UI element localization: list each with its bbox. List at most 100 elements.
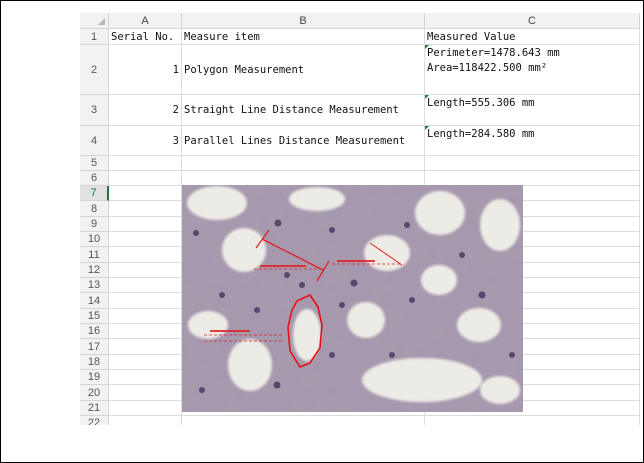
cell[interactable] (109, 355, 182, 370)
cell-b3[interactable]: Straight Line Distance Measurement (182, 95, 425, 126)
annotation-label-mark (210, 330, 250, 332)
cell[interactable] (109, 416, 182, 425)
column-header-a[interactable]: A (109, 13, 182, 29)
cell-a4[interactable]: 3 (109, 126, 182, 156)
row-header-13[interactable]: 13 (80, 278, 109, 293)
cell-a1[interactable]: Serial No. (109, 29, 182, 45)
cell-c2-line2: Area=118422.500 mm² (427, 62, 548, 74)
cell[interactable] (109, 370, 182, 385)
lumen (289, 187, 345, 211)
microscope-tissue-image[interactable] (182, 185, 523, 412)
lumen (228, 339, 272, 391)
lumen (364, 235, 410, 271)
nucleus (389, 352, 395, 358)
select-all-corner[interactable] (80, 13, 109, 29)
row-header-2[interactable]: 2 (80, 45, 109, 95)
cell-a3[interactable]: 2 (109, 95, 182, 126)
table-row (109, 416, 640, 425)
row-header-17[interactable]: 17 (80, 339, 109, 355)
cell-c2[interactable]: Perimeter=1478.643 mm Area=118422.500 mm… (425, 45, 640, 95)
cell-b2[interactable]: Polygon Measurement (182, 45, 425, 95)
cell[interactable] (109, 217, 182, 232)
cell[interactable] (109, 232, 182, 247)
cell-b1[interactable]: Measure item (182, 29, 425, 45)
cell[interactable] (109, 186, 182, 201)
row-header-15[interactable]: 15 (80, 309, 109, 324)
lumen (415, 191, 465, 235)
row-header-7[interactable]: 7 (80, 186, 109, 201)
cell[interactable] (109, 156, 182, 171)
cell[interactable] (109, 401, 182, 416)
row-header-19[interactable]: 19 (80, 370, 109, 385)
row-header-6[interactable]: 6 (80, 171, 109, 186)
cell[interactable] (109, 201, 182, 217)
lumen (480, 376, 520, 404)
row-header-8[interactable]: 8 (80, 201, 109, 217)
table-row: Serial No. Measure item Measured Value (109, 29, 640, 45)
cell[interactable] (109, 293, 182, 309)
lumen (362, 358, 482, 402)
nucleus (193, 230, 199, 236)
table-row: 2 Straight Line Distance Measurement Len… (109, 95, 640, 126)
nucleus (274, 219, 282, 227)
cell[interactable] (109, 278, 182, 293)
row-header-4[interactable]: 4 (80, 126, 109, 156)
lumen (187, 186, 247, 220)
cell[interactable] (109, 171, 182, 186)
row-header-5[interactable]: 5 (80, 156, 109, 171)
nucleus (409, 297, 415, 303)
row-header-11[interactable]: 11 (80, 247, 109, 263)
row-header-1[interactable]: 1 (80, 29, 109, 45)
spreadsheet: A B C 1 2 3 4 5 6 7 8 9 10 11 12 13 14 1… (80, 13, 640, 425)
row-header-14[interactable]: 14 (80, 293, 109, 309)
row-header-12[interactable]: 12 (80, 263, 109, 278)
cell-c1[interactable]: Measured Value (425, 29, 640, 45)
nucleus (339, 302, 345, 308)
row-header-9[interactable]: 9 (80, 217, 109, 232)
cell[interactable] (182, 416, 425, 425)
row-header-18[interactable]: 18 (80, 355, 109, 370)
row-header-22[interactable]: 22 (80, 416, 109, 425)
cell-a2[interactable]: 1 (109, 45, 182, 95)
nucleus (329, 352, 335, 358)
table-row (109, 156, 640, 171)
nucleus (509, 352, 515, 358)
table-row: 1 Polygon Measurement Perimeter=1478.643… (109, 45, 640, 95)
lumen (457, 308, 501, 342)
cell-c2-line1: Perimeter=1478.643 mm (427, 47, 560, 59)
column-header-b[interactable]: B (182, 13, 425, 29)
nucleus (478, 291, 486, 299)
lumen (480, 199, 520, 251)
row-header-21[interactable]: 21 (80, 401, 109, 416)
table-row (109, 171, 640, 186)
row-header-10[interactable]: 10 (80, 232, 109, 247)
nucleus (284, 272, 290, 278)
column-header-c[interactable]: C (425, 13, 640, 29)
row-header-20[interactable]: 20 (80, 385, 109, 401)
lumen (421, 265, 457, 295)
cell[interactable] (109, 385, 182, 401)
cell[interactable] (425, 416, 640, 425)
cell[interactable] (109, 339, 182, 355)
nucleus (404, 222, 410, 228)
cell[interactable] (182, 156, 425, 171)
cell[interactable] (425, 156, 640, 171)
nucleus (254, 307, 260, 313)
nucleus (459, 252, 465, 258)
cell[interactable] (182, 171, 425, 186)
lumen (347, 302, 385, 338)
cell[interactable] (109, 324, 182, 339)
cell[interactable] (109, 247, 182, 263)
cell[interactable] (425, 171, 640, 186)
nucleus (273, 381, 281, 389)
row-header-16[interactable]: 16 (80, 324, 109, 339)
cell-c3[interactable]: Length=555.306 mm (425, 95, 640, 126)
cell[interactable] (109, 263, 182, 278)
select-all-triangle-icon (98, 18, 105, 25)
cell-c4[interactable]: Length=284.580 mm (425, 126, 640, 156)
cell-b4[interactable]: Parallel Lines Distance Measurement (182, 126, 425, 156)
nucleus (350, 279, 358, 287)
table-row: 3 Parallel Lines Distance Measurement Le… (109, 126, 640, 156)
row-header-3[interactable]: 3 (80, 95, 109, 126)
cell[interactable] (109, 309, 182, 324)
